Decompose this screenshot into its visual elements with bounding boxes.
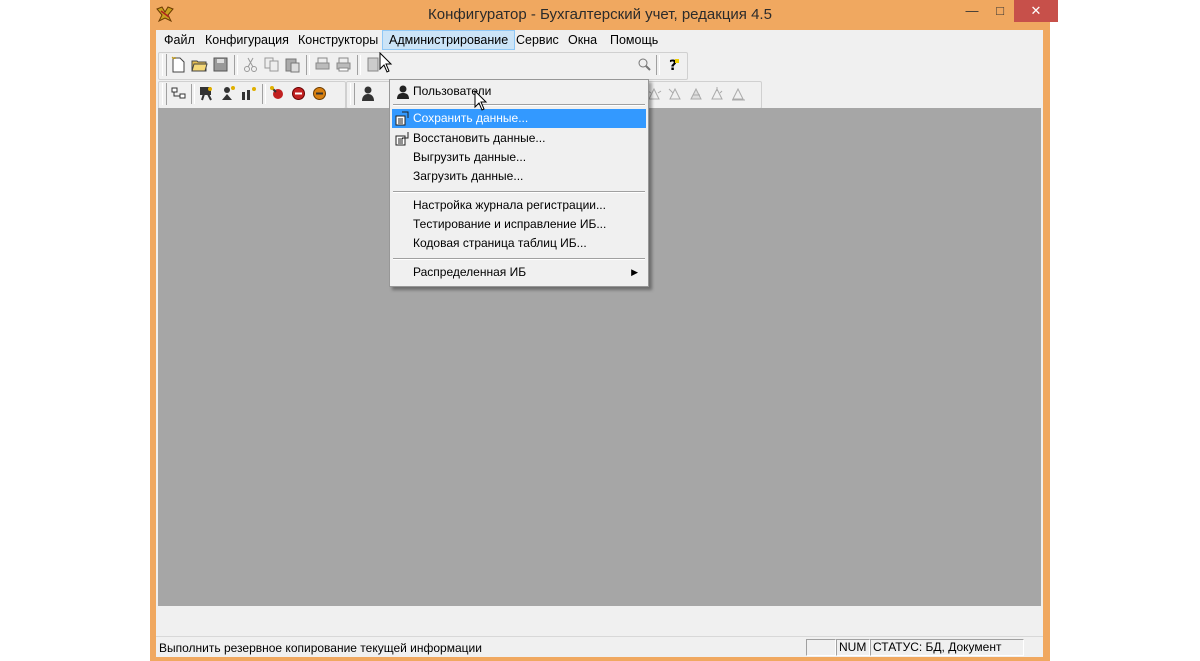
toolbar-grip[interactable] <box>162 54 167 76</box>
menu-item-code-page[interactable]: Кодовая страница таблиц ИБ... <box>392 234 646 253</box>
toolbar-separator <box>262 84 266 104</box>
menu-separator <box>393 258 645 260</box>
save-data-icon <box>395 111 409 126</box>
debug-watch-icon[interactable] <box>688 85 705 102</box>
restore-data-icon <box>395 132 409 146</box>
menu-help[interactable]: Помощь <box>604 30 664 50</box>
submenu-arrow-icon: ▶ <box>631 267 638 277</box>
administration-dropdown: Пользователи Сохранить данные... Восстан… <box>389 79 649 287</box>
debug-stop-icon[interactable] <box>730 85 747 102</box>
app-window: Конфигуратор - Бухгалтерский учет, редак… <box>150 0 1058 661</box>
maximize-button[interactable]: □ <box>986 0 1014 22</box>
toolbar-separator <box>234 55 238 75</box>
status-cell-empty <box>806 639 836 656</box>
status-state: СТАТУС: БД, Документ <box>870 639 1024 656</box>
designer-icon[interactable] <box>198 85 215 102</box>
menu-item-test-repair[interactable]: Тестирование и исправление ИБ... <box>392 215 646 234</box>
menu-item-restore-data[interactable]: Восстановить данные... <box>392 129 646 148</box>
user-wand-icon[interactable] <box>219 85 236 102</box>
print-preview-icon[interactable] <box>314 56 331 73</box>
client-area: Файл Конфигурация Конструкторы Администр… <box>156 30 1043 657</box>
users-icon[interactable] <box>360 85 377 102</box>
menu-administration[interactable]: Администрирование <box>382 30 516 50</box>
minimize-button[interactable]: — <box>958 0 986 22</box>
menu-item-import-data[interactable]: Загрузить данные... <box>392 167 646 186</box>
debug-step-icon[interactable] <box>667 85 684 102</box>
configuration-tree-icon[interactable] <box>170 85 187 102</box>
copy-icon[interactable] <box>263 56 280 73</box>
status-bar: Выполнить резервное копирование текущей … <box>156 636 1043 657</box>
debug-break-icon[interactable] <box>709 85 726 102</box>
toolbar-grip[interactable] <box>350 83 355 105</box>
status-num: NUM <box>836 639 870 656</box>
users-wand-icon[interactable] <box>240 85 257 102</box>
find-icon[interactable] <box>636 56 653 73</box>
stop-icon[interactable] <box>290 85 307 102</box>
menu-item-users[interactable]: Пользователи <box>392 82 646 101</box>
menu-separator <box>393 191 645 193</box>
window-tabs-bar <box>158 608 1041 634</box>
open-folder-icon[interactable] <box>191 56 208 73</box>
mouse-cursor-icon <box>379 52 393 73</box>
menu-item-export-data[interactable]: Выгрузить данные... <box>392 148 646 167</box>
toolbar-separator <box>656 55 660 75</box>
menu-service[interactable]: Сервис <box>510 30 565 50</box>
menu-separator <box>393 104 645 106</box>
status-message: Выполнить резервное копирование текущей … <box>159 641 482 655</box>
mouse-cursor-icon <box>474 90 488 111</box>
window-title: Конфигуратор - Бухгалтерский учет, редак… <box>428 6 772 23</box>
help-question-icon[interactable]: ? <box>664 56 681 73</box>
save-icon[interactable] <box>212 56 229 73</box>
menu-bar: Файл Конфигурация Конструкторы Администр… <box>156 30 1043 50</box>
new-file-icon[interactable] <box>170 56 187 73</box>
cut-icon[interactable] <box>242 56 259 73</box>
standard-toolbar: ? <box>156 51 1043 80</box>
menu-constructors[interactable]: Конструкторы <box>292 30 384 50</box>
syntax-check-icon[interactable] <box>311 85 328 102</box>
toolbar-separator <box>191 84 195 104</box>
menu-windows[interactable]: Окна <box>562 30 603 50</box>
menu-item-save-data[interactable]: Сохранить данные... <box>392 109 646 128</box>
toolbar-separator <box>357 55 361 75</box>
title-bar[interactable]: Конфигуратор - Бухгалтерский учет, редак… <box>150 0 1058 30</box>
toolbar-separator <box>306 55 310 75</box>
paste-icon[interactable] <box>284 56 301 73</box>
menu-configuration[interactable]: Конфигурация <box>199 30 295 50</box>
toolbar-grip[interactable] <box>162 83 167 105</box>
menu-file[interactable]: Файл <box>158 30 201 50</box>
close-button[interactable]: ✕ <box>1014 0 1058 22</box>
wizard-icon[interactable] <box>269 85 286 102</box>
print-icon[interactable] <box>335 56 352 73</box>
users-icon <box>397 85 409 99</box>
menu-item-distributed-ib[interactable]: Распределенная ИБ ▶ <box>392 263 646 282</box>
menu-item-log-settings[interactable]: Настройка журнала регистрации... <box>392 196 646 215</box>
